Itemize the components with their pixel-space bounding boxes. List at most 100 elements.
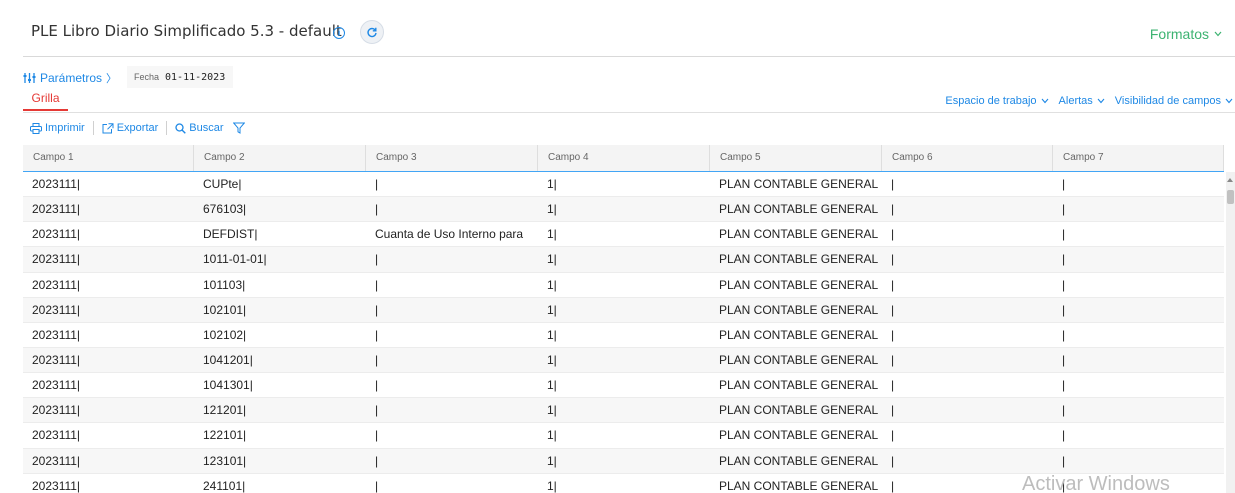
alertas-label: Alertas — [1058, 95, 1093, 107]
table-cell: 1041201| — [203, 352, 253, 367]
column-header-campo-7[interactable]: Campo 7 — [1053, 145, 1224, 171]
table-cell: | — [1062, 327, 1066, 342]
table-row[interactable]: 2023111| 1041201| | 1| PLAN CONTABLE GENERAL… — [23, 347, 1224, 374]
column-header-campo-1[interactable]: Campo 1 — [23, 145, 194, 171]
chevron-down-icon — [1225, 98, 1233, 104]
table-row[interactable]: 2023111| 1011-01-01| | 1| PLAN CONTABLE GENE… — [23, 247, 1224, 273]
table-cell: 2023111| — [32, 478, 81, 493]
column-header-campo-5[interactable]: Campo 5 — [710, 145, 882, 171]
table-cell: | — [375, 428, 379, 443]
vertical-scrollbar[interactable] — [1226, 172, 1235, 493]
sliders-icon — [23, 73, 36, 83]
column-header-campo-3[interactable]: Campo 3 — [366, 145, 538, 171]
data-grid: Campo 1 Campo 2 Campo 3 Campo 4 Campo 5 Campo… — [23, 145, 1224, 493]
grid-body: 2023111| CUPte| | 1| PLAN CONTABLE GENERAL | |… — [23, 172, 1224, 493]
tabs-divider — [23, 112, 1235, 113]
table-cell: | — [1062, 453, 1066, 468]
table-cell: PLAN CONTABLE GENERAL — [719, 177, 879, 191]
table-row[interactable]: 2023111| 122101| | 1| PLAN CONTABLE GENERAL |… — [23, 423, 1224, 449]
table-cell: 1| — [547, 202, 557, 217]
info-icon[interactable]: i — [333, 27, 345, 39]
chevron-down-icon — [1097, 98, 1105, 104]
table-cell: PLAN CONTABLE GENERAL — [719, 252, 879, 267]
table-row[interactable]: 2023111| 1041301| | 1| PLAN CONTABLE GENERAL… — [23, 373, 1224, 399]
table-cell: 2023111| — [32, 252, 81, 267]
table-cell: 101103| — [203, 277, 246, 292]
page-header: PLE Libro Diario Simplificado 5.3 - defa… — [0, 0, 1235, 57]
parametros-toggle[interactable]: Parámetros 〉 — [23, 70, 117, 86]
export-icon — [102, 122, 114, 133]
table-cell: 2023111| — [32, 453, 81, 468]
table-cell: | — [375, 327, 379, 342]
refresh-icon — [367, 27, 377, 38]
table-cell: | — [375, 302, 379, 317]
table-cell: 1| — [547, 352, 557, 367]
exportar-label: Exportar — [116, 122, 159, 134]
printer-icon — [30, 122, 42, 134]
table-cell: 676103| — [203, 202, 247, 217]
table-cell: 1| — [547, 378, 557, 393]
formatos-dropdown[interactable]: Formatos — [1150, 26, 1222, 42]
table-cell: PLAN CONTABLE GENERAL — [719, 453, 879, 468]
exportar-button[interactable]: Exportar — [102, 122, 159, 134]
table-cell: | — [891, 227, 895, 242]
table-cell: 241101| — [203, 478, 246, 493]
visibilidad-campos-dropdown[interactable]: Visibilidad de campos — [1115, 95, 1233, 107]
table-cell: 1| — [547, 453, 557, 468]
table-row[interactable]: 2023111| 123101| | 1| PLAN CONTABLE GENERAL |… — [23, 448, 1224, 474]
table-cell: | — [375, 478, 379, 493]
table-row[interactable]: 2023111| CUPte| | 1| PLAN CONTABLE GENERAL | | — [23, 172, 1224, 198]
table-cell: 2023111| — [32, 378, 81, 393]
table-cell: 1041301| — [203, 378, 253, 393]
grid-toolbar: Imprimir Exportar Buscar — [30, 120, 245, 136]
fecha-value: 01-11-2023 — [165, 71, 226, 83]
table-cell: | — [891, 378, 895, 393]
table-row[interactable]: 2023111| 676103| | 1| PLAN CONTABLE GENERAL |… — [23, 197, 1224, 223]
table-row[interactable]: 2023111| 102101| | 1| PLAN CONTABLE GENERAL |… — [23, 297, 1224, 323]
buscar-button[interactable]: Buscar — [175, 122, 224, 134]
alertas-dropdown[interactable]: Alertas — [1059, 95, 1105, 107]
scrollbar-thumb[interactable] — [1227, 190, 1234, 204]
table-row[interactable]: 2023111| DEFDIST| Cuanta de Uso Interno pa… — [23, 222, 1224, 248]
table-cell: | — [375, 202, 379, 217]
table-cell: 2023111| — [32, 327, 81, 342]
table-cell: 123101| — [203, 453, 247, 468]
column-header-campo-4[interactable]: Campo 4 — [538, 145, 710, 171]
table-row[interactable]: 2023111| 102102| | 1| PLAN CONTABLE GENERAL |… — [23, 323, 1224, 348]
imprimir-button[interactable]: Imprimir — [30, 122, 85, 134]
column-header-campo-6[interactable]: Campo 6 — [882, 145, 1053, 171]
scroll-up-arrow-icon[interactable] — [1227, 178, 1233, 182]
table-cell: 2023111| — [32, 302, 81, 317]
table-cell: | — [891, 177, 895, 191]
table-cell: PLAN CONTABLE GENERAL — [719, 478, 879, 493]
filter-button[interactable] — [232, 122, 245, 134]
table-cell: 1| — [547, 302, 557, 317]
table-cell: PLAN CONTABLE GENERAL — [719, 327, 879, 342]
table-cell: 102101| — [203, 302, 247, 317]
table-cell: | — [375, 453, 379, 468]
table-cell: | — [891, 403, 895, 418]
table-cell: | — [891, 277, 895, 292]
table-cell: 1| — [547, 177, 557, 191]
table-row[interactable]: 2023111| 121201| | 1| PLAN CONTABLE GENERAL |… — [23, 398, 1224, 424]
table-cell: | — [1062, 378, 1066, 393]
table-cell: CUPte| — [203, 177, 242, 191]
espacio-trabajo-dropdown[interactable]: Espacio de trabajo — [945, 95, 1048, 107]
search-icon — [175, 122, 187, 134]
visibilidad-campos-label: Visibilidad de campos — [1114, 95, 1221, 107]
table-cell: 2023111| — [32, 177, 81, 191]
refresh-button[interactable] — [360, 20, 384, 44]
chevron-down-icon — [1041, 98, 1048, 104]
filter-icon — [232, 122, 245, 134]
table-cell: | — [1062, 403, 1066, 418]
table-cell: 2023111| — [32, 277, 81, 292]
table-cell: DEFDIST| — [203, 227, 258, 242]
table-cell: 1| — [547, 327, 557, 342]
column-header-campo-2[interactable]: Campo 2 — [194, 145, 366, 171]
table-row[interactable]: 2023111| 101103| | 1| PLAN CONTABLE GENERAL |… — [23, 273, 1224, 298]
fecha-field[interactable]: Fecha 01-11-2023 — [127, 66, 234, 88]
table-cell: PLAN CONTABLE GENERAL — [719, 428, 879, 443]
windows-activation-watermark: Activar Windows — [1022, 473, 1170, 493]
table-cell: 2023111| — [32, 227, 81, 242]
tab-grilla[interactable]: Grilla — [23, 91, 68, 111]
